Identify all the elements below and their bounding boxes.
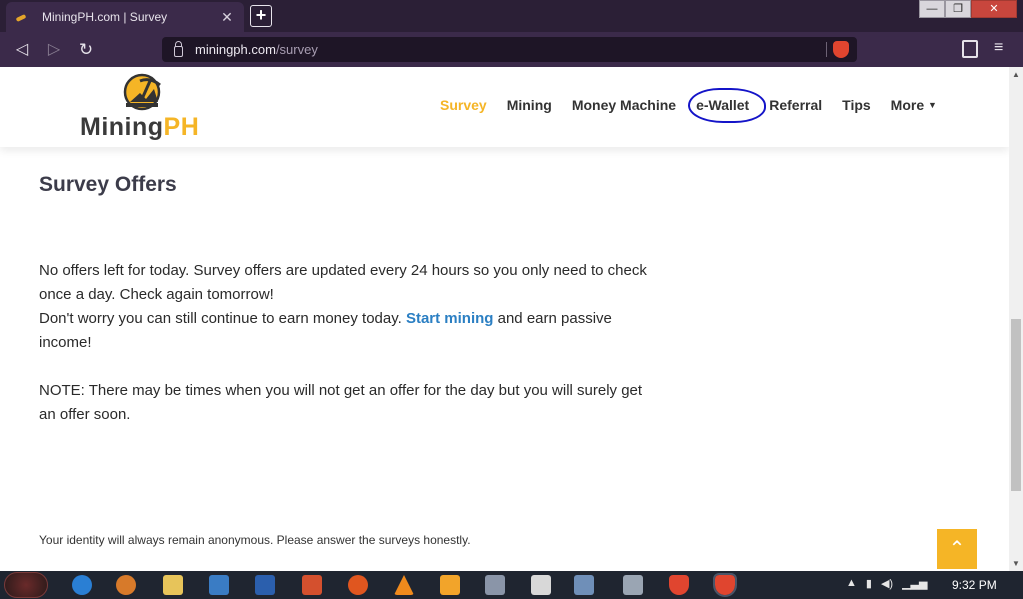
scrollbar-thumb[interactable] [1011,319,1021,491]
internet-explorer-icon[interactable] [72,575,92,595]
x-app-icon[interactable] [531,575,551,595]
note-message: NOTE: There may be times when you will n… [39,382,643,423]
window-maximize-button[interactable]: ❐ [945,0,971,18]
logo-text-ph: PH [163,113,200,141]
notepad-icon[interactable] [574,575,594,595]
browser-tab-strip: MiningPH.com | Survey ✕ + — ❐ ✕ [0,0,1023,32]
window-minimize-button[interactable]: — [919,0,945,18]
system-tray: ▲ ▮ ◀) ▁▃▅ [846,577,927,590]
nav-more[interactable]: More ▼ [891,97,937,113]
browser-tab[interactable]: MiningPH.com | Survey ✕ [6,2,244,32]
browser-toolbar: ◁ ▷ ↻ miningph.com/survey ≡ [0,32,1023,67]
earn-text-before: Don't worry you can still continue to ea… [39,310,406,327]
powerpoint-icon[interactable] [302,575,322,595]
battery-icon[interactable]: ▮ [866,577,872,590]
media-player-icon[interactable] [440,575,460,595]
nav-more-label: More [890,97,925,113]
keyboard-icon[interactable] [485,575,505,595]
anonymity-footnote: Your identity will always remain anonymo… [39,533,471,547]
signal-icon[interactable]: ▁▃▅ [902,577,927,590]
word-icon[interactable] [255,575,275,595]
taskbar-clock[interactable]: 9:32 PM [952,578,997,592]
nav-mining[interactable]: Mining [507,97,552,113]
tab-title: MiningPH.com | Survey [42,10,168,24]
pdf-reader-icon[interactable] [348,575,368,595]
main-nav: Survey Mining Money Machine e-Wallet Ref… [440,88,957,123]
vlc-icon[interactable] [394,575,414,595]
nav-tips[interactable]: Tips [842,97,871,113]
nav-referral[interactable]: Referral [769,97,822,113]
windows-taskbar: ▲ ▮ ◀) ▁▃▅ 9:32 PM [0,571,1023,599]
start-button[interactable] [4,572,48,598]
logo-wordmark: MiningPH [80,113,199,142]
nav-money-machine[interactable]: Money Machine [572,97,676,113]
no-offers-text: No offers left for today. Survey offers … [39,262,647,303]
page-title: Survey Offers [39,173,177,196]
paint-icon[interactable] [116,575,136,595]
scroll-down-arrow-icon[interactable]: ▼ [1012,559,1020,568]
address-bar-divider [826,42,827,57]
scroll-up-arrow-icon[interactable]: ▲ [1012,70,1020,79]
calculator-icon[interactable] [623,575,643,595]
pickaxe-logo-icon [123,73,161,111]
logo-text-mining: Mining [80,113,164,141]
tray-caret-icon[interactable]: ▲ [846,577,857,590]
file-explorer-icon[interactable] [163,575,183,595]
window-close-button[interactable]: ✕ [971,0,1017,18]
back-button[interactable]: ◁ [11,39,33,61]
chevron-down-icon: ▼ [928,100,937,110]
url-host: miningph.com [195,42,276,57]
nav-survey[interactable]: Survey [440,97,487,113]
brave-browser-icon[interactable] [669,575,689,595]
page-viewport: MiningPH Survey Mining Money Machine e-W… [0,67,1009,571]
start-mining-link[interactable]: Start mining [406,310,494,327]
site-header: MiningPH Survey Mining Money Machine e-W… [0,67,1009,147]
nav-e-wallet[interactable]: e-Wallet [688,88,767,123]
new-tab-button[interactable]: + [250,5,272,27]
site-logo[interactable]: MiningPH [80,73,205,141]
volume-icon[interactable]: ◀) [881,577,893,590]
wallet-icon[interactable] [962,40,978,58]
scroll-to-top-button[interactable]: ⌃ [937,529,977,569]
publisher-icon[interactable] [209,575,229,595]
brave-shield-icon[interactable] [833,41,849,58]
browser-menu-icon[interactable]: ≡ [994,39,1003,57]
url-path: /survey [275,42,318,57]
brave-browser-active-icon[interactable] [713,573,737,597]
address-bar[interactable]: miningph.com/survey [162,37,857,62]
miningph-favicon-icon [14,10,28,24]
page-scrollbar[interactable]: ▲ ▼ [1009,67,1023,571]
reload-button[interactable]: ↻ [75,39,97,61]
tab-close-icon[interactable]: ✕ [218,9,236,26]
lock-icon [174,40,183,57]
no-offers-message: No offers left for today. Survey offers … [39,259,659,355]
forward-button[interactable]: ▷ [43,39,65,61]
